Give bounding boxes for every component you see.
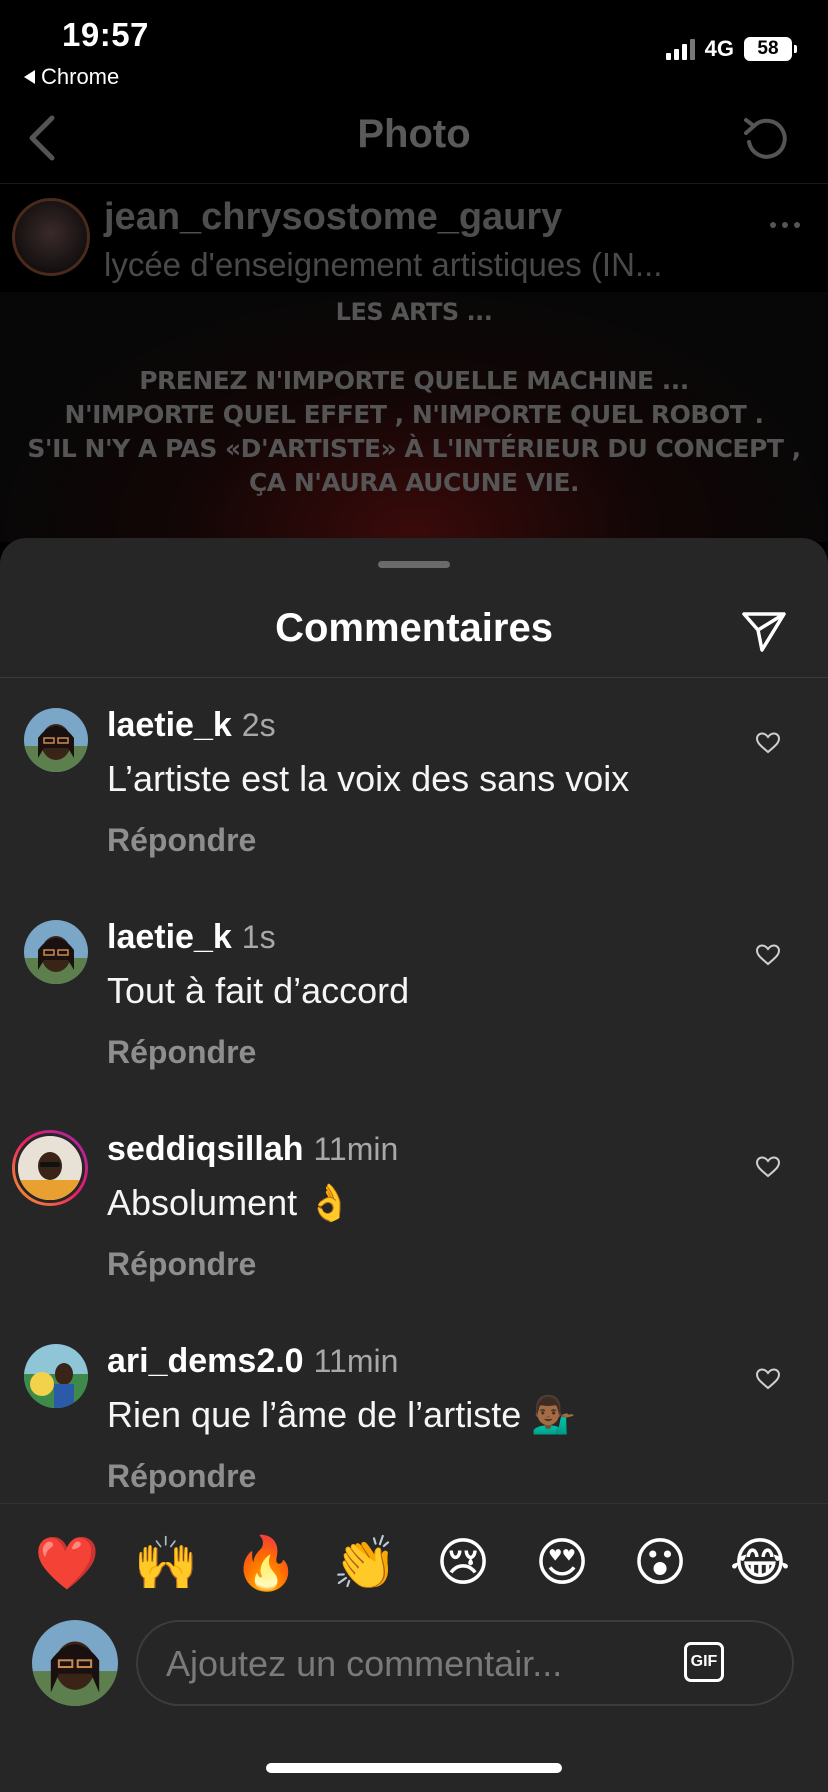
comment-time: 11min xyxy=(313,1343,399,1379)
divider xyxy=(0,677,828,678)
like-heart-icon[interactable] xyxy=(755,1155,781,1179)
home-indicator[interactable] xyxy=(266,1763,562,1773)
comment-text: Rien que l’âme de l’artiste 💁🏾‍♂️ xyxy=(107,1394,577,1435)
quick-emoji-clap[interactable]: 👏 xyxy=(332,1530,398,1596)
post-author-username[interactable]: jean_chrysostome_gaury xyxy=(104,196,562,239)
back-app-label: Chrome xyxy=(41,64,120,89)
quick-emoji-raising-hands[interactable]: 🙌 xyxy=(133,1530,199,1596)
current-user-avatar xyxy=(32,1620,118,1706)
quick-emoji-heart-eyes[interactable]: 😍 xyxy=(529,1530,595,1596)
refresh-icon[interactable] xyxy=(740,112,790,164)
gif-button[interactable]: GIF xyxy=(684,1642,724,1682)
poster-text-line: S'IL N'Y A PAS «D'ARTISTE» À L'INTÉRIEUR… xyxy=(27,434,801,463)
poster-text-line: PRENEZ N'IMPORTE QUELLE MACHINE ... xyxy=(139,366,689,395)
poster-text-line: N'IMPORTE QUEL EFFET , N'IMPORTE QUEL RO… xyxy=(64,400,764,429)
battery-level: 58 xyxy=(757,38,779,59)
back-triangle-icon xyxy=(24,70,35,84)
back-to-chrome-link[interactable]: Chrome xyxy=(24,64,119,90)
more-options-icon[interactable] xyxy=(770,222,800,228)
reply-button[interactable]: Répondre xyxy=(107,1458,256,1495)
comment-username[interactable]: seddiqsillah xyxy=(107,1130,304,1168)
comment-input[interactable] xyxy=(164,1622,668,1706)
post-location[interactable]: lycée d'enseignement artistiques (IN... xyxy=(104,246,724,284)
comment-header: seddiqsillah 11min xyxy=(107,1130,398,1169)
comment-header: laetie_k 1s xyxy=(107,918,276,957)
signal-icon xyxy=(665,38,695,60)
reply-button[interactable]: Répondre xyxy=(107,1034,256,1071)
comment-text: Tout à fait d’accord xyxy=(107,970,410,1011)
comment-text: Absolument 👌 xyxy=(107,1182,352,1223)
status-indicators: 4G 58 xyxy=(665,36,797,62)
post-author-avatar[interactable] xyxy=(12,198,90,276)
quick-emoji-crying[interactable]: 😢 xyxy=(430,1530,496,1596)
comment-time: 2s xyxy=(241,707,276,743)
divider xyxy=(0,1503,828,1504)
comment-username[interactable]: laetie_k xyxy=(107,918,232,956)
page-title: Photo xyxy=(357,112,471,156)
comment-header: ari_dems2.0 11min xyxy=(107,1342,398,1381)
commenter-avatar[interactable] xyxy=(24,1344,88,1408)
commenter-avatar-story[interactable] xyxy=(12,1130,88,1206)
sheet-title: Commentaires xyxy=(275,606,553,650)
quick-emoji-fire[interactable]: 🔥 xyxy=(233,1530,299,1596)
status-time: 19:57 xyxy=(62,16,149,53)
like-heart-icon[interactable] xyxy=(755,1367,781,1391)
reply-button[interactable]: Répondre xyxy=(107,1246,256,1283)
quick-emoji-heart[interactable]: ❤️ xyxy=(34,1530,100,1596)
commenter-avatar[interactable] xyxy=(24,920,88,984)
reply-button[interactable]: Répondre xyxy=(107,822,256,859)
like-heart-icon[interactable] xyxy=(755,731,781,755)
network-label: 4G xyxy=(704,36,734,61)
quick-emoji-laughing[interactable]: 😂 xyxy=(727,1530,793,1596)
comment-header: laetie_k 2s xyxy=(107,706,276,745)
share-send-icon[interactable] xyxy=(740,608,788,654)
sheet-drag-handle[interactable] xyxy=(378,561,450,568)
quick-emoji-surprised[interactable]: 😮 xyxy=(627,1530,693,1596)
comment-username[interactable]: ari_dems2.0 xyxy=(107,1342,304,1380)
poster-text-line: ÇA N'AURA AUCUNE VIE. xyxy=(248,468,580,497)
comment-time: 1s xyxy=(241,919,276,955)
like-heart-icon[interactable] xyxy=(755,943,781,967)
commenter-avatar[interactable] xyxy=(24,708,88,772)
comment-time: 11min xyxy=(313,1131,399,1167)
comment-username[interactable]: laetie_k xyxy=(107,706,232,744)
battery-icon: 58 xyxy=(744,37,797,61)
comment-text: L’artiste est la voix des sans voix xyxy=(107,758,630,799)
comment-input-container: GIF xyxy=(136,1620,794,1706)
poster-text-line: LES ARTS ... xyxy=(335,298,493,326)
divider xyxy=(0,183,828,184)
